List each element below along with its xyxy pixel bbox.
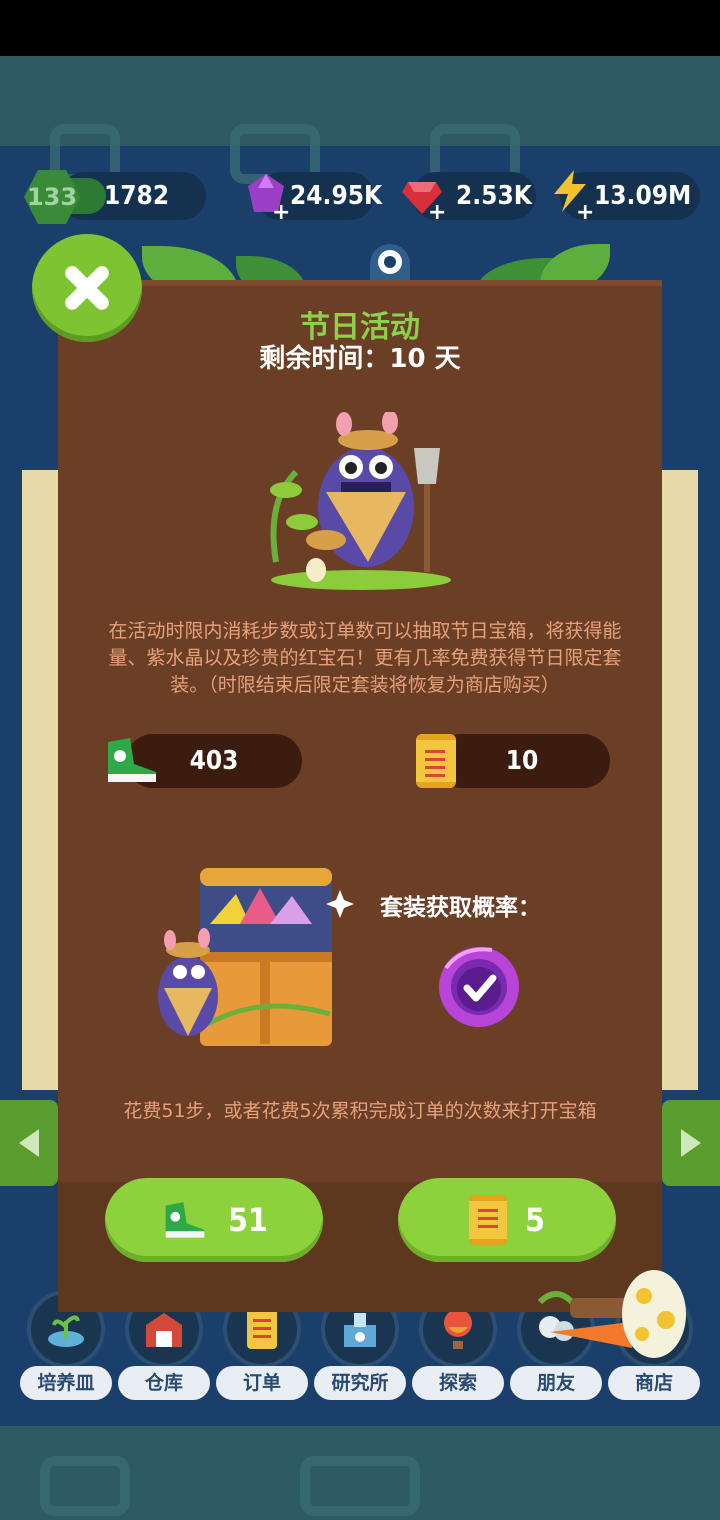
nav-label: 探索 — [412, 1366, 504, 1400]
sneaker-icon — [108, 738, 156, 782]
nav-label: 订单 — [216, 1366, 308, 1400]
event-description: 在活动时限内消耗步数或订单数可以抽取节日宝箱，将获得能量、紫水晶以及珍贵的红宝石… — [108, 620, 622, 696]
festival-character-illustration — [270, 412, 451, 590]
orders-owned-pill: 10 — [434, 734, 610, 788]
prev-arrow-button[interactable] — [0, 1100, 58, 1186]
energy-value: 13.09M — [594, 181, 692, 211]
orders-cost-value: 5 — [524, 1201, 546, 1239]
ruby-value: 2.53K — [456, 181, 532, 211]
order-scroll-icon — [468, 1195, 507, 1245]
add-ruby-icon[interactable]: + — [428, 200, 446, 225]
add-crystal-icon[interactable]: + — [272, 200, 290, 225]
sneaker-icon — [165, 1202, 205, 1238]
time-remaining: 剩余时间：10 天 — [259, 344, 461, 374]
order-scroll-icon — [416, 734, 456, 788]
next-arrow-button[interactable] — [662, 1100, 720, 1186]
open-with-orders-button[interactable]: 5 — [398, 1178, 616, 1262]
crystal-value: 24.95K — [290, 181, 383, 211]
status-bar — [0, 0, 720, 56]
steps-cost-value: 51 — [227, 1201, 269, 1239]
orders-owned-value: 10 — [505, 746, 539, 776]
nav-label: 培养皿 — [20, 1366, 112, 1400]
nav-label: 仓库 — [118, 1366, 210, 1400]
open-with-steps-button[interactable]: 51 — [105, 1178, 323, 1262]
nav-label: 研究所 — [314, 1366, 406, 1400]
add-energy-icon[interactable]: + — [576, 200, 594, 225]
suit-rate-label: 套装获取概率： — [380, 895, 541, 921]
treasure-chest-illustration — [158, 868, 354, 1046]
close-button[interactable] — [32, 234, 142, 342]
egg-carrot-decoration — [537, 1270, 686, 1358]
suit-rate-orb-icon — [439, 947, 519, 1027]
open-chest-note: 花费51步，或者花费5次累积完成订单的次数来打开宝箱 — [123, 1100, 597, 1122]
steps-owned-value: 403 — [189, 746, 239, 776]
steps-value: 1782 — [104, 181, 170, 211]
